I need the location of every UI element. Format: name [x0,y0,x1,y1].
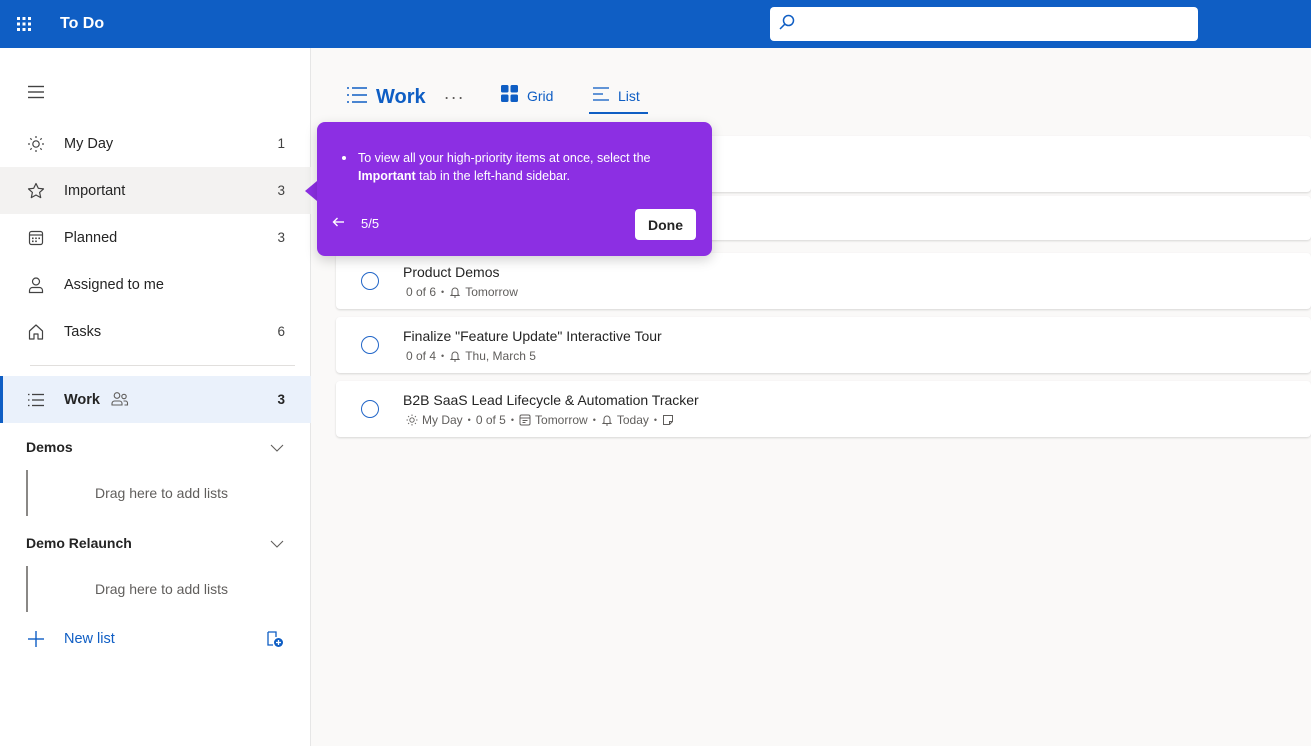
task-meta: 0 of 4 • Thu, March 5 [406,349,536,363]
tab-grid[interactable]: Grid [500,80,553,112]
sidebar-item-count: 6 [277,324,285,339]
tooltip-pointer [305,181,317,201]
task-reminder: Thu, March 5 [465,349,536,363]
list-header: Work ··· [346,82,465,112]
sidebar-list-count: 3 [277,392,285,407]
task-my-day: My Day [422,413,463,427]
tooltip-text-part: To view all your high-priority items at … [358,151,651,165]
calendar-icon [519,414,531,426]
star-icon [26,181,46,201]
new-list-label: New list [64,631,115,647]
sidebar-item-label: Tasks [64,323,102,340]
task-row[interactable]: Product Demos 0 of 6 • Tomorrow [336,253,1311,309]
tooltip-text-part: tab in the left-hand sidebar. [415,169,570,183]
separator-dot: • [510,415,515,425]
task-steps: 0 of 6 [406,285,437,299]
done-button[interactable]: Done [635,209,696,240]
task-title: Product Demos [403,264,500,280]
group-demos[interactable]: Demos [0,427,311,467]
calendar-icon [26,228,46,248]
search-icon [778,13,796,36]
tab-list[interactable]: List [589,80,648,114]
tab-label: Grid [527,88,554,104]
tab-label: List [618,88,640,104]
group-drop-zone: Drag here to add lists [26,566,295,612]
sidebar-item-assigned-to-me[interactable]: Assigned to me [0,261,311,308]
task-row[interactable]: Finalize "Feature Update" Interactive To… [336,317,1311,373]
separator-dot: • [592,415,596,425]
app-title[interactable]: To Do [60,15,104,33]
task-due-date: Tomorrow [535,413,588,427]
task-checkbox[interactable] [361,272,379,290]
search-input[interactable] [802,9,1198,39]
chevron-down-icon[interactable] [269,536,285,552]
task-reminder: Tomorrow [465,285,518,299]
task-steps: 0 of 4 [406,349,437,363]
list-icon [26,390,46,410]
tooltip-text: To view all your high-priority items at … [342,149,698,185]
search-box[interactable] [770,7,1198,41]
top-bar: To Do [0,0,1311,48]
sidebar-item-count: 1 [277,136,285,151]
task-meta: My Day • 0 of 5 • Tomorrow • Today • [406,413,678,427]
list-title[interactable]: Work [376,86,426,109]
separator-dot: • [441,287,445,297]
task-checkbox[interactable] [361,336,379,354]
grid-icon [500,84,519,108]
list-view-icon [592,86,610,107]
sidebar-item-planned[interactable]: Planned 3 [0,214,311,261]
group-label: Demo Relaunch [26,535,132,551]
separator-dot: • [653,415,658,425]
sidebar: My Day 1 Important 3 Planned 3 Assigned … [0,48,311,746]
home-icon [26,322,46,342]
sidebar-item-count: 3 [277,183,285,198]
sidebar-item-count: 3 [277,230,285,245]
sidebar-divider [30,365,295,366]
sidebar-item-my-day[interactable]: My Day 1 [0,120,311,167]
person-icon [26,275,46,295]
sidebar-item-label: Important [64,182,126,199]
list-icon [346,86,368,109]
group-label: Demos [26,439,73,455]
bell-icon [449,287,461,298]
task-steps: 0 of 5 [475,413,506,427]
chevron-down-icon[interactable] [269,440,285,456]
sidebar-item-label: Planned [64,229,118,246]
hamburger-menu-icon[interactable] [22,80,50,104]
plus-icon [26,629,46,649]
tooltip-text-bold: Important [358,169,416,183]
back-arrow-icon[interactable] [332,215,348,231]
drop-zone-text: Drag here to add lists [94,485,229,501]
group-demo-relaunch[interactable]: Demo Relaunch [0,523,311,563]
separator-dot: • [467,415,471,425]
separator-dot: • [441,351,445,361]
sidebar-item-label: My Day [64,135,114,152]
sidebar-item-label: Assigned to me [64,276,164,293]
new-group-icon[interactable] [265,629,285,649]
task-title: B2B SaaS Lead Lifecycle & Automation Tra… [403,392,699,408]
app-launcher-icon[interactable] [0,0,48,48]
guided-tour-tooltip: To view all your high-priority items at … [317,122,712,256]
sidebar-item-important[interactable]: Important 3 [0,167,311,214]
sun-icon [406,414,418,426]
task-row[interactable]: B2B SaaS Lead Lifecycle & Automation Tra… [336,381,1311,437]
note-icon [663,415,674,425]
task-meta: 0 of 6 • Tomorrow [406,285,518,299]
sidebar-list-label: Work [64,391,100,408]
sidebar-item-tasks[interactable]: Tasks 6 [0,308,311,355]
drop-zone-text: Drag here to add lists [94,581,229,597]
bell-icon [601,415,613,426]
tooltip-step-counter: 5/5 [361,216,380,231]
task-checkbox[interactable] [361,400,379,418]
bell-icon [449,351,461,362]
people-icon [111,391,129,412]
more-options-button[interactable]: ··· [444,87,465,108]
sun-icon [26,134,46,154]
group-drop-zone: Drag here to add lists [26,470,295,516]
task-title: Finalize "Feature Update" Interactive To… [403,328,662,344]
sidebar-list-work[interactable]: Work 3 [0,376,311,423]
task-reminder: Today [616,413,649,427]
new-list-button[interactable]: New list [0,616,311,662]
